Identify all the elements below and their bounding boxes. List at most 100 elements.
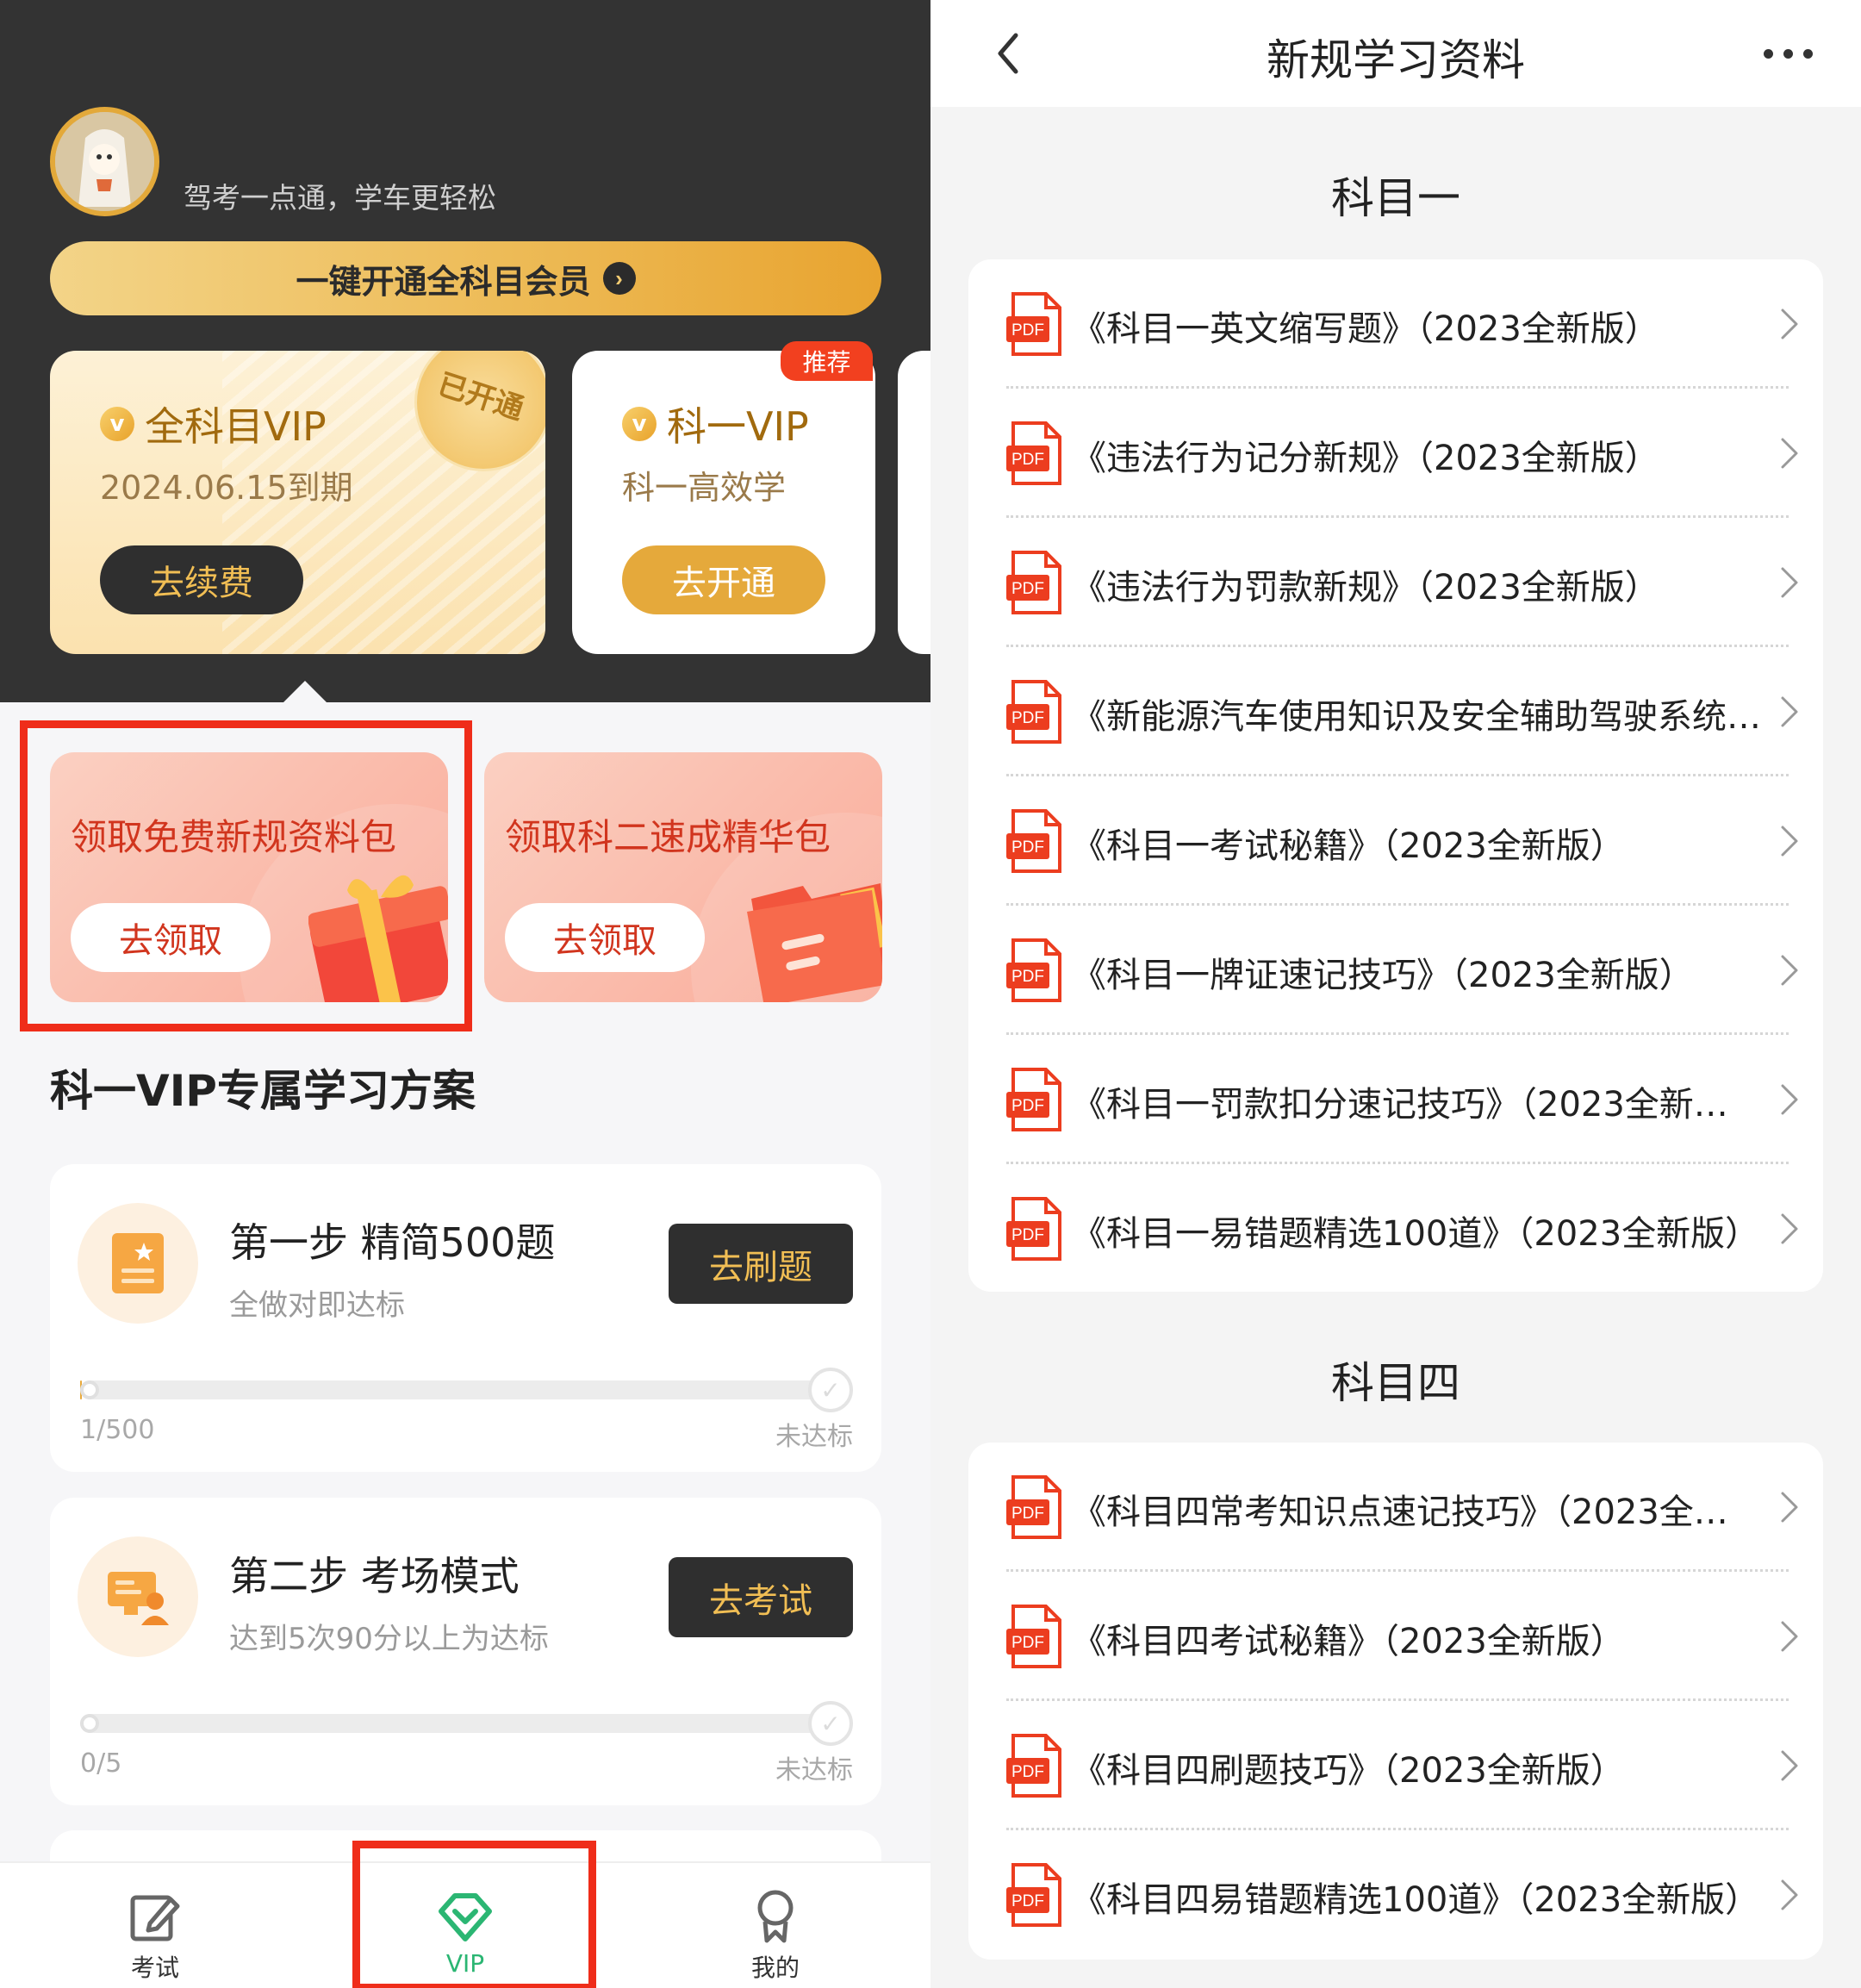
vip-card-subject1[interactable]: v 科一VIP 科一高效学 去开通 [572,351,875,654]
folder-icon [747,883,882,1002]
chevron-right-icon [1781,826,1798,857]
pointer-notch [283,681,327,703]
promo-free-materials[interactable]: 领取免费新规资料包 去领取 [50,752,448,1002]
doc-list-item[interactable]: PDF 《科目一易错题精选100道》（2023全新版） [968,1164,1823,1293]
chevron-right-icon [1781,1492,1798,1523]
tab-vip[interactable]: VIP [379,1863,551,1988]
pdf-file-icon: PDF [1006,292,1061,356]
doc-list-item[interactable]: PDF 《违法行为罚款新规》（2023全新版） [968,518,1823,647]
plan-title: 科一VIP专属学习方案 [50,1066,476,1116]
progress-bar [80,1714,843,1733]
doc-title: 《违法行为罚款新规》（2023全新版） [1072,568,1659,608]
doc-title: 《科目一易错题精选100道》（2023全新版） [1072,1214,1760,1254]
progress-count: 1/500 [80,1415,155,1445]
open-all-subjects-button[interactable]: 一键开通全科目会员 › [50,241,881,315]
slogan: 驾考一点通，学车更轻松 [184,181,496,215]
pdf-file-icon: PDF [1006,1863,1061,1927]
doc-list-item[interactable]: PDF 《科目四刷题技巧》（2023全新版） [968,1701,1823,1830]
vip-card-title: v 科一VIP [622,396,809,452]
progress-knob [80,1380,99,1399]
pdf-label: PDF [1011,968,1044,986]
renew-button[interactable]: 去续费 [100,545,303,614]
step-icon-bg [78,1203,198,1324]
activate-button[interactable]: 去开通 [622,545,825,614]
step-card-exam-mode: 第二步 考场模式 达到5次90分以上为达标 去考试 ✓ 0/5 未达标 [50,1498,881,1805]
tab-label: 考试 [130,1954,179,1982]
step-icon-bg [78,1536,198,1657]
vip-card-title-text: 全科目VIP [145,403,327,450]
pdf-file-icon: PDF [1006,1605,1061,1668]
promo-title: 领取科二速成精华包 [505,816,831,858]
pdf-label: PDF [1011,321,1044,340]
progress-status: 未达标 [775,1422,853,1452]
vip-card-title-text: 科一VIP [667,403,809,450]
pdf-file-icon: PDF [1006,1734,1061,1798]
pdf-label: PDF [1011,1505,1044,1523]
doc-list-item[interactable]: PDF 《科目一牌证速记技巧》（2023全新版） [968,906,1823,1035]
promo-title: 领取免费新规资料包 [71,816,397,858]
doc-list-subject4: PDF 《科目四常考知识点速记技巧》（2023全新… PDF 《科目四考试秘籍》（20… [968,1443,1823,1960]
doc-list-item[interactable]: PDF 《新能源汽车使用知识及安全辅助驾驶系统… [968,647,1823,776]
pdf-file-icon: PDF [1006,1197,1061,1261]
doc-title: 《科目一牌证速记技巧》（2023全新版） [1072,956,1694,995]
doc-list-item[interactable]: PDF 《科目四考试秘籍》（2023全新版） [968,1572,1823,1701]
navigation-bar: 新规学习资料 [930,0,1861,107]
take-exam-button[interactable]: 去考试 [669,1557,853,1637]
vip-expiry-date: 2024.06.15到期 [100,469,353,507]
chevron-right-icon: › [602,262,636,295]
tab-exam[interactable]: 考试 [69,1863,241,1988]
promo-subject2-pack[interactable]: 领取科二速成精华包 去领取 [484,752,882,1002]
practice-button[interactable]: 去刷题 [669,1224,853,1304]
chevron-right-icon [1781,567,1798,598]
chevron-right-icon [1781,696,1798,727]
doc-title: 《科目一考试秘籍》（2023全新版） [1072,826,1625,866]
chevron-right-icon [1781,1213,1798,1244]
chevron-right-icon [1781,438,1798,469]
pdf-label: PDF [1011,709,1044,727]
doc-title: 《科目四常考知识点速记技巧》（2023全新… [1072,1493,1761,1532]
pdf-label: PDF [1011,1763,1044,1781]
doc-title: 《科目四刷题技巧》（2023全新版） [1072,1751,1625,1791]
vip-card-next-partial[interactable] [898,351,930,654]
vip-card-title: v 全科目VIP [100,396,327,452]
doc-title: 《科目一罚款扣分速记技巧》（2023全新版） [1072,1085,1761,1125]
step-subtitle: 全做对即达标 [229,1288,405,1323]
tab-label: 我的 [750,1954,800,1982]
question-sheet-icon [112,1233,164,1293]
step-subtitle: 达到5次90分以上为达标 [229,1622,549,1656]
gift-icon [308,875,448,1002]
progress-status: 未达标 [775,1755,853,1785]
vip-v-icon: v [100,407,134,441]
more-options-button[interactable] [1749,28,1827,79]
pdf-label: PDF [1011,838,1044,857]
chevron-right-icon [1781,1750,1798,1781]
diamond-icon [439,1893,492,1941]
vip-card-all-subjects[interactable]: 已开通 v 全科目VIP 2024.06.15到期 去续费 [50,351,545,654]
open-all-label: 一键开通全科目会员 [296,264,591,301]
chevron-right-icon [1781,1621,1798,1652]
claim-button[interactable]: 去领取 [71,903,271,972]
pdf-file-icon: PDF [1006,1068,1061,1131]
pdf-file-icon: PDF [1006,809,1061,873]
doc-list-item[interactable]: PDF 《科目一英文缩写题》（2023全新版） [968,259,1823,389]
chevron-right-icon [1781,1084,1798,1115]
avatar[interactable] [50,107,159,216]
doc-list-item[interactable]: PDF 《违法行为记分新规》（2023全新版） [968,389,1823,518]
claim-button[interactable]: 去领取 [505,903,705,972]
doc-list-item[interactable]: PDF 《科目四易错题精选100道》（2023全新版） [968,1830,1823,1960]
tab-mine[interactable]: 我的 [689,1863,862,1988]
step-title: 第一步 精简500题 [229,1219,556,1266]
doc-list-item[interactable]: PDF 《科目一罚款扣分速记技巧》（2023全新版） [968,1035,1823,1164]
materials-screen: 新规学习资料 科目一 PDF 《科目一英文缩写题》（2023全新版） PDF 《违法行… [930,0,1861,1988]
pdf-file-icon: PDF [1006,421,1061,485]
pdf-label: PDF [1011,1097,1044,1115]
edit-icon [130,1895,180,1941]
back-button[interactable] [982,28,1034,79]
pdf-file-icon: PDF [1006,1475,1061,1539]
doc-title: 《新能源汽车使用知识及安全辅助驾驶系统… [1072,697,1761,737]
doc-list-item[interactable]: PDF 《科目一考试秘籍》（2023全新版） [968,776,1823,906]
doc-list-item[interactable]: PDF 《科目四常考知识点速记技巧》（2023全新… [968,1443,1823,1572]
doc-list-subject1: PDF 《科目一英文缩写题》（2023全新版） PDF 《违法行为记分新规》（2023… [968,259,1823,1292]
step-title: 第二步 考场模式 [229,1553,520,1599]
goal-check-icon: ✓ [808,1701,853,1746]
